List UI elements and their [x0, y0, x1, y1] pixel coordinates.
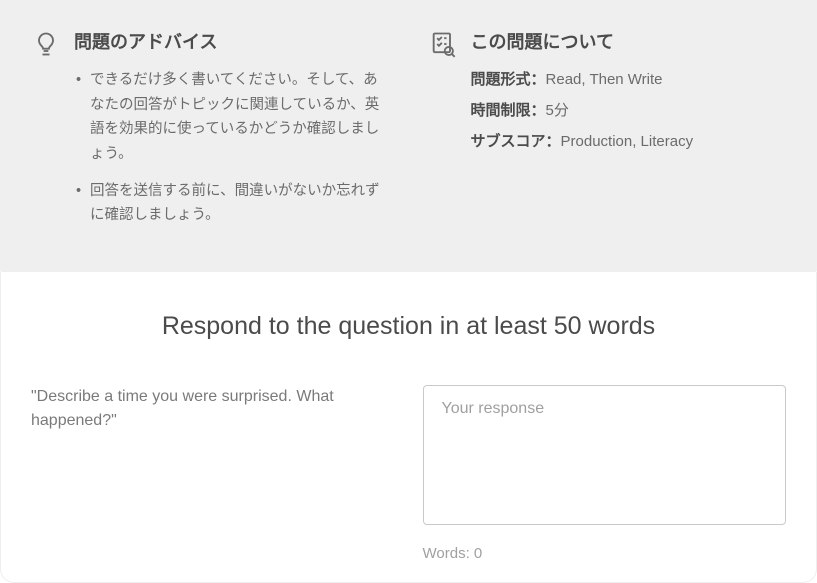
advice-tip: できるだけ多く書いてください。そして、あなたの回答がトピックに関連しているか、英… [74, 68, 389, 167]
format-row: 問題形式：Read, Then Write [471, 68, 786, 89]
subscore-row: サブスコア：Production, Literacy [471, 130, 786, 151]
info-panel: 問題のアドバイス できるだけ多く書いてください。そして、あなたの回答がトピックに… [0, 0, 817, 272]
subscore-value: Production, Literacy [561, 133, 694, 150]
question-answer-row: "Describe a time you were surprised. Wha… [31, 385, 786, 562]
advice-title: 問題のアドバイス [74, 28, 389, 54]
word-count: Words: 0 [423, 545, 787, 562]
format-label: 問題形式： [471, 71, 546, 88]
lightbulb-icon [32, 30, 60, 58]
advice-tips-list: できるだけ多く書いてください。そして、あなたの回答がトピックに関連しているか、英… [74, 68, 389, 228]
advice-tip: 回答を送信する前に、間違いがないか忘れずに確認しましょう。 [74, 179, 389, 228]
response-input[interactable] [423, 385, 787, 525]
response-column: Words: 0 [423, 385, 787, 562]
time-value: 5分 [546, 102, 569, 119]
about-column: この問題について 問題形式：Read, Then Write 時間制限：5分 サ… [429, 28, 786, 240]
instruction-text: Respond to the question in at least 50 w… [31, 312, 786, 341]
question-panel: Respond to the question in at least 50 w… [0, 272, 817, 583]
checklist-icon [429, 30, 457, 58]
word-count-value: 0 [474, 545, 482, 562]
about-content: この問題について 問題形式：Read, Then Write 時間制限：5分 サ… [471, 28, 786, 240]
subscore-label: サブスコア： [471, 133, 561, 150]
time-row: 時間制限：5分 [471, 99, 786, 120]
time-label: 時間制限： [471, 102, 546, 119]
format-value: Read, Then Write [546, 71, 663, 88]
about-title: この問題について [471, 28, 786, 54]
question-prompt: "Describe a time you were surprised. Wha… [31, 385, 395, 433]
advice-content: 問題のアドバイス できるだけ多く書いてください。そして、あなたの回答がトピックに… [74, 28, 389, 240]
word-count-label: Words: [423, 545, 474, 562]
advice-column: 問題のアドバイス できるだけ多く書いてください。そして、あなたの回答がトピックに… [32, 28, 389, 240]
